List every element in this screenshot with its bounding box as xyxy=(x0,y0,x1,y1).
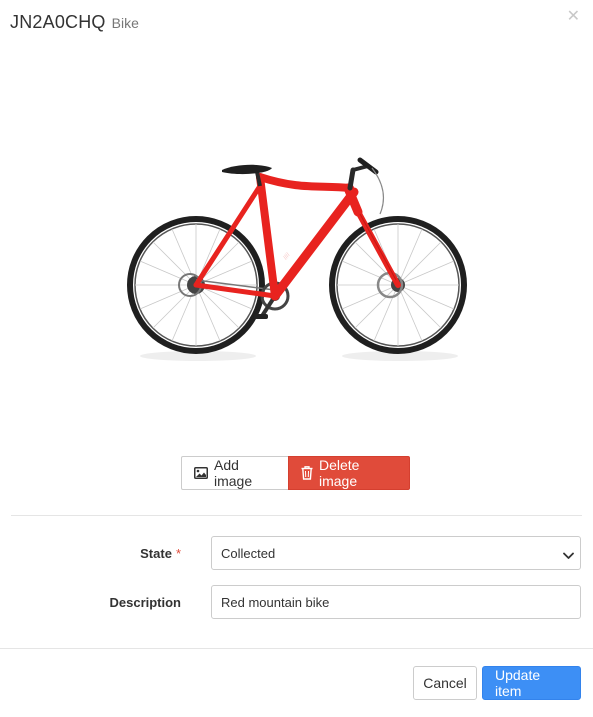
description-input-value: Red mountain bike xyxy=(221,594,330,610)
item-type-subtitle: Bike xyxy=(111,15,139,31)
add-image-button[interactable]: Add image xyxy=(181,456,289,490)
item-image: //// xyxy=(110,130,480,380)
state-select[interactable]: Collected xyxy=(211,536,581,570)
add-image-label: Add image xyxy=(214,457,253,489)
image-icon xyxy=(194,467,208,479)
trash-icon xyxy=(301,466,313,480)
item-code-title: JN2A0CHQ xyxy=(10,12,106,32)
delete-image-label: Delete image xyxy=(319,457,360,489)
modal-header: JN2A0CHQ Bike xyxy=(10,12,139,38)
state-row: State * Collected xyxy=(0,536,593,570)
state-select-value: Collected xyxy=(221,545,276,561)
image-actions: Add image Delete image xyxy=(181,456,410,490)
svg-text:////: //// xyxy=(283,252,292,261)
description-label: Description xyxy=(109,594,181,610)
description-input[interactable]: Red mountain bike xyxy=(211,585,581,619)
red-bicycle-image: //// xyxy=(127,157,467,361)
cancel-button[interactable]: Cancel xyxy=(413,666,477,700)
section-divider xyxy=(11,515,582,516)
chevron-down-icon xyxy=(563,548,574,563)
description-row: Description Red mountain bike xyxy=(0,585,593,619)
edit-item-modal: JN2A0CHQ Bike ✕ //// Add image Delete im… xyxy=(0,0,593,717)
required-marker: * xyxy=(175,545,181,561)
close-icon[interactable]: ✕ xyxy=(567,9,580,25)
delete-image-button[interactable]: Delete image xyxy=(288,456,410,490)
state-label: State * xyxy=(140,545,181,561)
update-item-button[interactable]: Update item xyxy=(482,666,581,700)
modal-footer: Cancel Update item xyxy=(0,648,593,717)
